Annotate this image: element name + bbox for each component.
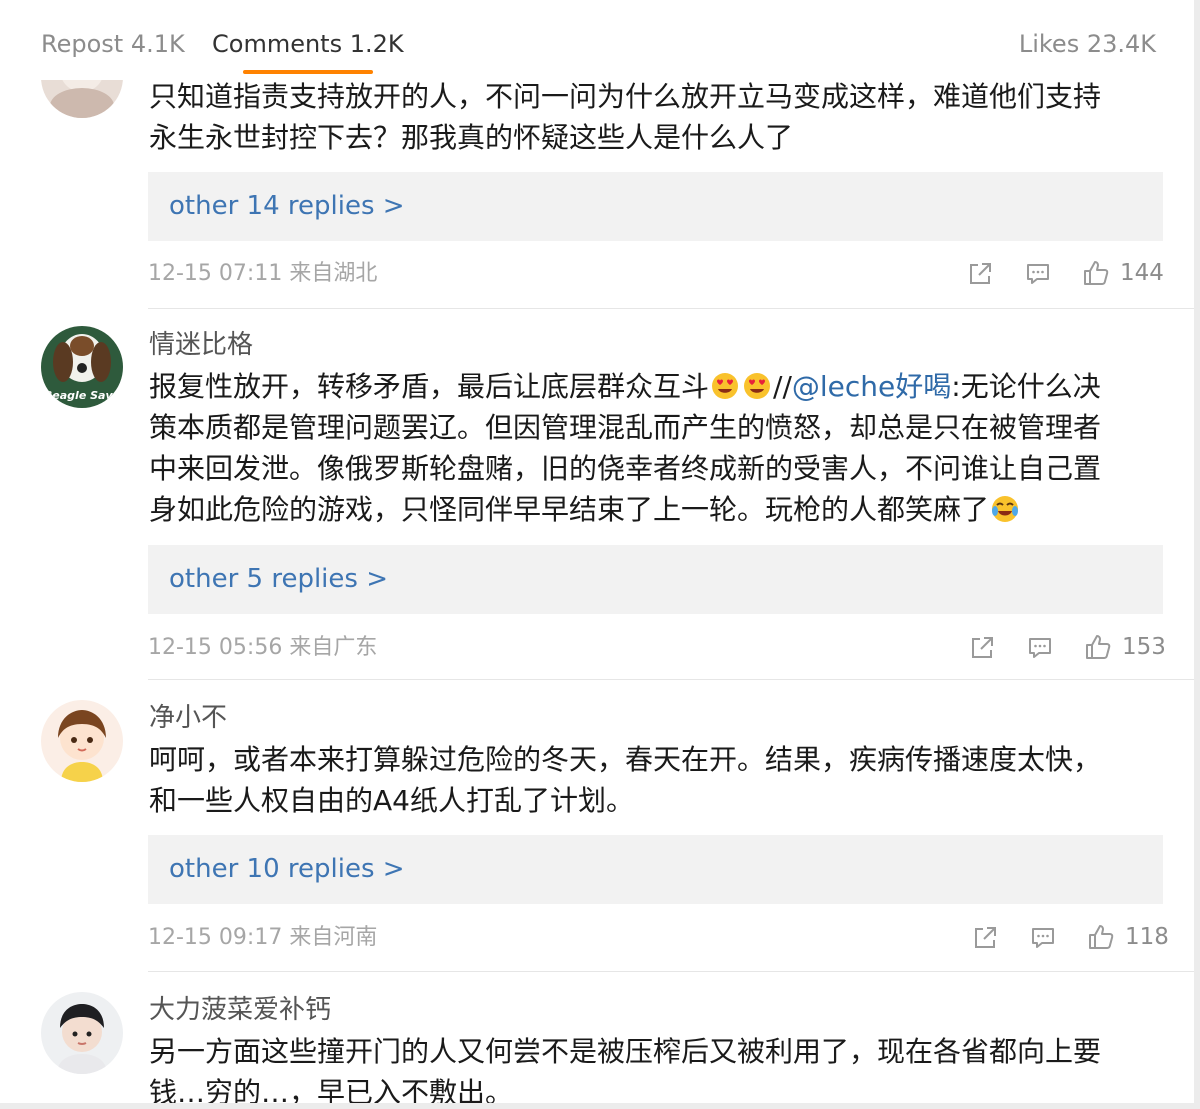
active-tab-indicator xyxy=(243,70,373,74)
share-icon[interactable] xyxy=(972,925,998,951)
comment-text-line: 呵呵，或者本来打算躲过危险的冬天，春天在开。结果，疾病传播速度太快， xyxy=(149,743,1102,776)
comment-text-line: 报复性放开，转移矛盾，最后让底层群众互斗 //@leche好喝:无论什么决 xyxy=(149,366,1159,407)
replies-box[interactable]: other 5 replies > xyxy=(148,545,1163,614)
avatar-logo-text: Beagle Save xyxy=(44,389,121,402)
more-replies-link[interactable]: other 14 replies > xyxy=(169,189,405,223)
comment-text-line: 永生永世封控下去？那我真的怀疑这些人是什么人了 xyxy=(149,121,794,154)
tab-bar: Repost 4.1K Comments 1.2K Likes 23.4K xyxy=(0,0,1194,80)
comment-page: Repost 4.1K Comments 1.2K Likes 23.4K 只知… xyxy=(0,0,1200,1109)
comment-item: 净小不 呵呵，或者本来打算躲过危险的冬天，春天在开。结果，疾病传播速度太快， 和… xyxy=(0,680,1194,970)
comment-text-line: 和一些人权自由的A4纸人打乱了计划。 xyxy=(149,784,634,817)
heart-eyes-emoji xyxy=(712,373,739,399)
frame-edge xyxy=(0,1103,1200,1109)
comment-text-line: 策本质都是管理问题罢辽。但因管理混乱而产生的愤怒，却总是只在被管理者 xyxy=(149,411,1102,444)
comment-icon[interactable] xyxy=(1025,261,1051,287)
replies-box[interactable]: other 14 replies > xyxy=(148,172,1163,241)
comment-text: 报复性放开，转移矛盾，最后让底层群众互斗 //@leche好喝:无论什么决 策本… xyxy=(149,366,1159,530)
like-count: 153 xyxy=(1122,634,1166,660)
tab-comments[interactable]: Comments 1.2K xyxy=(212,28,404,60)
comment-text: 另一方面这些撞开门的人又何尝不是被压榨后又被利用了，现在各省都向上要 钱…穷的…… xyxy=(149,1031,1159,1109)
avatar[interactable]: Beagle Save xyxy=(41,326,123,408)
comment-meta: 12-15 09:17 来自河南 xyxy=(148,925,378,950)
comment-meta: 12-15 05:56 来自广东 xyxy=(148,635,378,660)
more-replies-link[interactable]: other 5 replies > xyxy=(169,562,388,596)
comment-text: 只知道指责支持放开的人，不问一问为什么放开立马变成这样，难道他们支持 永生永世封… xyxy=(149,76,1159,158)
comment-meta: 12-15 07:11 来自湖北 xyxy=(148,261,378,286)
like-count: 144 xyxy=(1120,260,1164,286)
replies-box[interactable]: other 10 replies > xyxy=(148,835,1163,904)
avatar[interactable] xyxy=(41,992,123,1074)
comment-text-line: 只知道指责支持放开的人，不问一问为什么放开立马变成这样，难道他们支持 xyxy=(149,80,1102,113)
user-mention-link[interactable]: @leche好喝 xyxy=(792,370,951,403)
share-icon[interactable] xyxy=(969,635,995,661)
like-button[interactable]: 153 xyxy=(1084,633,1174,663)
comment-item: 大力菠菜爱补钙 另一方面这些撞开门的人又何尝不是被压榨后又被利用了，现在各省都向… xyxy=(0,972,1194,1109)
comment-text-line: 中来回发泄。像俄罗斯轮盘赌，旧的侥幸者终成新的受害人，不问谁让自己置 xyxy=(149,452,1102,485)
username[interactable]: 净小不 xyxy=(149,701,227,735)
thumbs-up-icon xyxy=(1084,261,1109,285)
thumbs-up-icon xyxy=(1086,635,1111,659)
comment-text-line: 身如此危险的游戏，只怪同伴早早结束了上一轮。玩枪的人都笑麻了 xyxy=(149,489,1159,530)
tears-of-joy-emoji xyxy=(992,496,1019,522)
heart-eyes-emoji xyxy=(744,373,771,399)
username[interactable]: 大力菠菜爱补钙 xyxy=(149,993,331,1027)
comment-icon[interactable] xyxy=(1030,925,1056,951)
like-button[interactable]: 118 xyxy=(1087,923,1177,953)
thumbs-up-icon xyxy=(1089,925,1114,949)
comment-text-segment: 报复性放开，转移矛盾，最后让底层群众互斗 xyxy=(149,370,710,403)
comment-text-segment: :无论什么决 xyxy=(951,370,1101,403)
tab-repost[interactable]: Repost 4.1K xyxy=(41,28,185,60)
username[interactable]: 情迷比格 xyxy=(149,328,253,362)
comment-text-segment: 身如此危险的游戏，只怪同伴早早结束了上一轮。玩枪的人都笑麻了 xyxy=(149,493,990,526)
avatar[interactable] xyxy=(41,700,123,782)
like-count: 118 xyxy=(1125,924,1169,950)
tab-likes[interactable]: Likes 23.4K xyxy=(1019,28,1156,60)
comment-icon[interactable] xyxy=(1027,635,1053,661)
comment-text-segment: // xyxy=(773,370,792,403)
share-icon[interactable] xyxy=(967,261,993,287)
frame-edge xyxy=(1194,0,1200,1109)
more-replies-link[interactable]: other 10 replies > xyxy=(169,852,405,886)
comment-text: 呵呵，或者本来打算躲过危险的冬天，春天在开。结果，疾病传播速度太快， 和一些人权… xyxy=(149,739,1159,821)
comment-text-line: 另一方面这些撞开门的人又何尝不是被压榨后又被利用了，现在各省都向上要 xyxy=(149,1035,1102,1068)
comment-item: Beagle Save 情迷比格 报复性放开，转移矛盾，最后让底层群众互斗 //… xyxy=(0,309,1194,679)
like-button[interactable]: 144 xyxy=(1082,259,1172,289)
